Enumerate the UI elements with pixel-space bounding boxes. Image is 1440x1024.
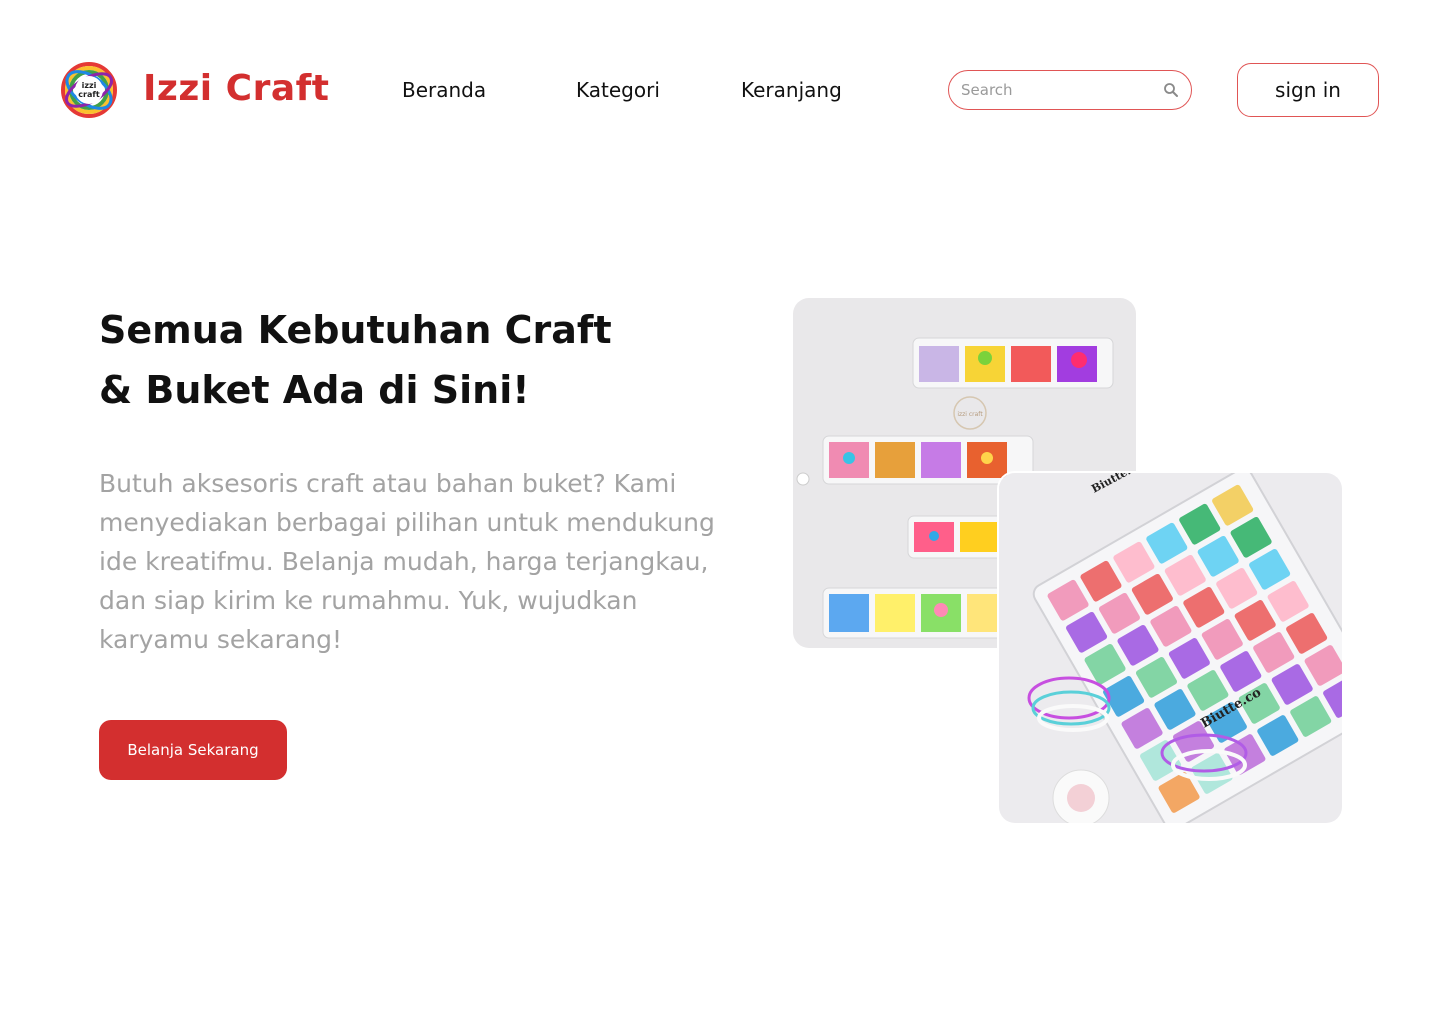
sign-in-button[interactable]: sign in xyxy=(1237,63,1379,117)
hero-title-line-1: Semua Kebutuhan Craft xyxy=(99,308,612,352)
nav-item-beranda[interactable]: Beranda xyxy=(402,78,486,102)
nav-item-keranjang[interactable]: Keranjang xyxy=(741,78,842,102)
brand-name[interactable]: Izzi Craft xyxy=(143,68,330,109)
svg-text:izzi: izzi xyxy=(82,81,97,90)
brand-logo[interactable]: izzi craft xyxy=(61,62,117,118)
nav-item-kategori[interactable]: Kategori xyxy=(576,78,660,102)
hero-description: Butuh aksesoris craft atau bahan buket? … xyxy=(99,469,715,654)
search-box xyxy=(948,70,1192,110)
shop-now-button[interactable]: Belanja Sekarang xyxy=(99,720,287,780)
search-input[interactable] xyxy=(961,81,1163,99)
svg-text:craft: craft xyxy=(78,90,100,99)
search-icon[interactable] xyxy=(1163,82,1179,98)
svg-text:izzi craft: izzi craft xyxy=(957,411,983,418)
hero-title: Semua Kebutuhan Craft & Buket Ada di Sin… xyxy=(99,300,739,420)
hero-title-line-2: & Buket Ada di Sini! xyxy=(99,368,530,412)
product-photo-bead-organizer: Biutte.co Biutte.co xyxy=(999,473,1342,823)
logo-icon: izzi craft xyxy=(61,62,117,118)
